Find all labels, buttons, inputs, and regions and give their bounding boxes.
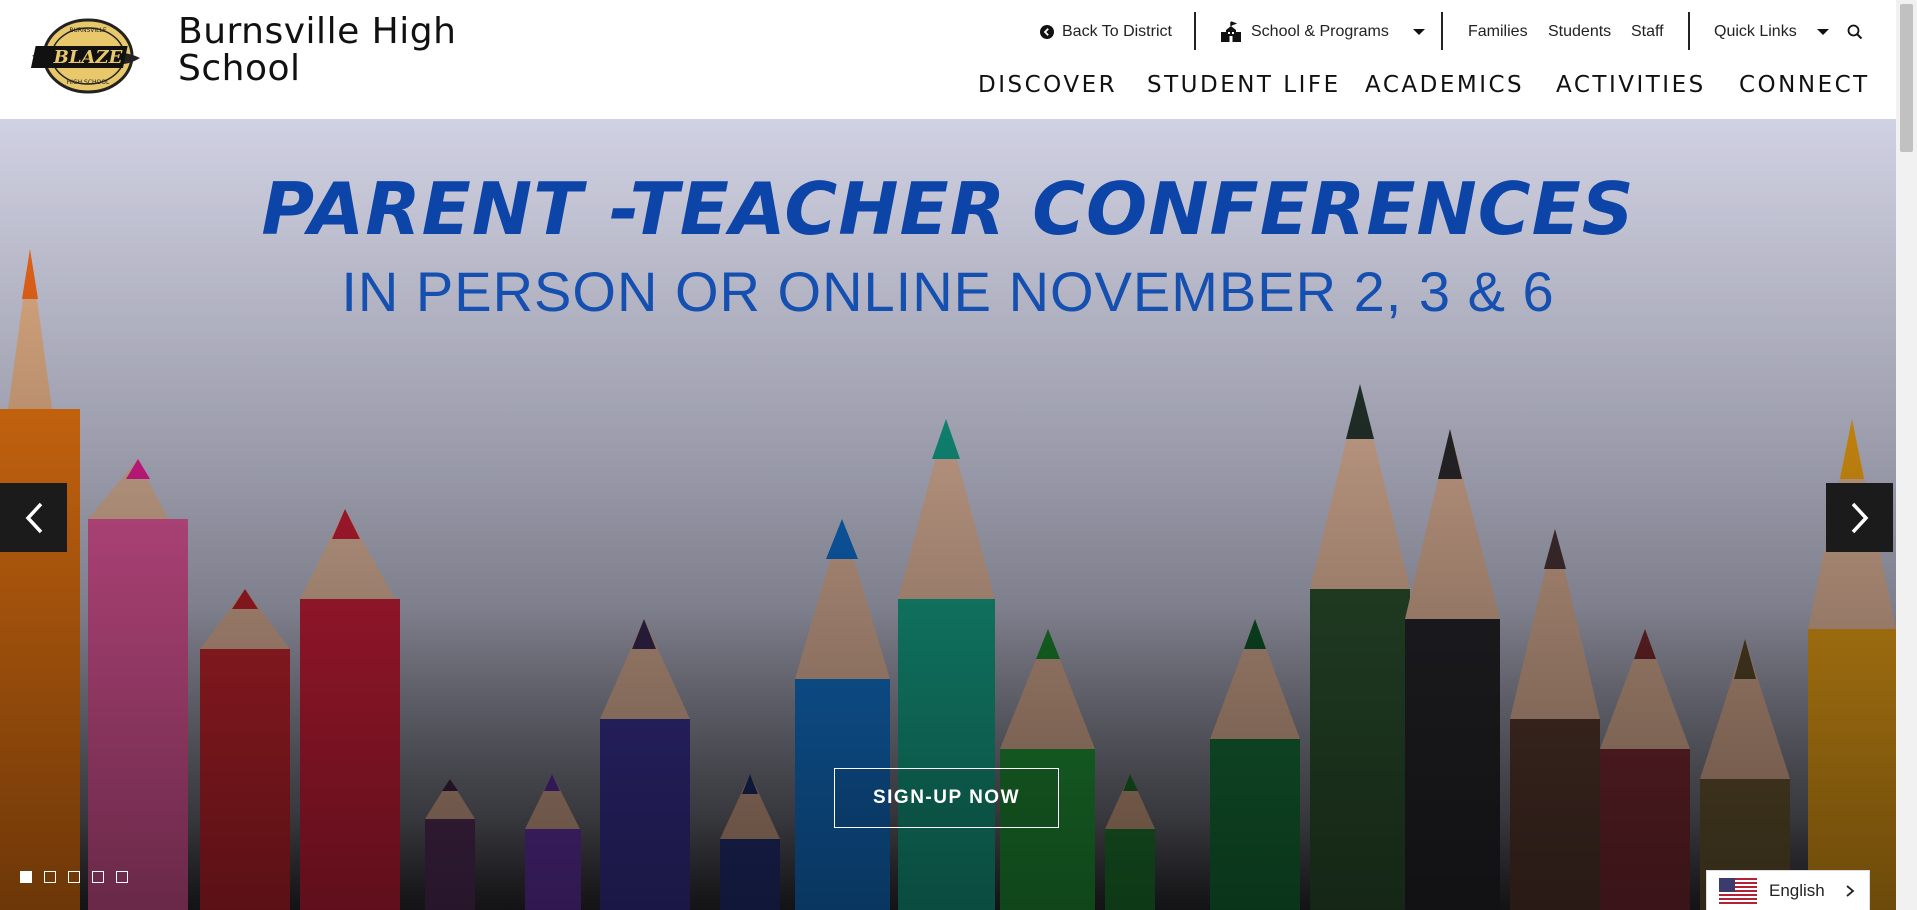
divider: [1441, 12, 1443, 50]
blaze-logo-icon: BLAZE BURNSVILLE HIGH SCHOOL: [30, 18, 140, 94]
hero-slideshow: PARENT -TEACHER CONFERENCES IN PERSON OR…: [0, 119, 1896, 910]
families-label: Families: [1468, 23, 1528, 40]
school-programs-dropdown[interactable]: School & Programs: [1219, 14, 1427, 50]
svg-text:BLAZE: BLAZE: [53, 47, 123, 68]
staff-label: Staff: [1631, 23, 1664, 40]
us-flag-icon: [1719, 877, 1757, 904]
language-label: English: [1769, 880, 1825, 900]
nav-academics[interactable]: ACADEMICS: [1365, 72, 1524, 104]
slide-pagination: [20, 871, 128, 883]
school-name-line2: School: [178, 48, 301, 89]
caret-down-icon: [1412, 29, 1425, 35]
caret-down-icon: [1816, 29, 1829, 35]
back-to-district-link[interactable]: Back To District: [1040, 14, 1172, 50]
students-label: Students: [1548, 23, 1612, 40]
students-link[interactable]: Students: [1548, 14, 1611, 50]
back-to-district-label: Back To District: [1062, 23, 1172, 40]
families-link[interactable]: Families: [1468, 14, 1528, 50]
nav-student-life[interactable]: STUDENT LIFE: [1147, 72, 1341, 104]
page-scrollbar[interactable]: [1896, 0, 1917, 910]
school-building-icon: [1221, 21, 1241, 42]
scrollbar-thumb[interactable]: [1900, 4, 1913, 152]
nav-discover[interactable]: DISCOVER: [978, 72, 1117, 104]
nav-activities[interactable]: ACTIVITIES: [1556, 72, 1706, 104]
chevron-right-icon: [1846, 884, 1855, 897]
divider: [1194, 12, 1196, 50]
site-header: BLAZE BURNSVILLE HIGH SCHOOL Burnsville …: [0, 0, 1896, 119]
slide-title: PARENT -TEACHER CONFERENCES: [261, 167, 1635, 251]
language-selector[interactable]: English: [1706, 870, 1870, 910]
slide-dot-3[interactable]: [68, 871, 80, 883]
divider: [1688, 12, 1690, 50]
slide-dot-5[interactable]: [116, 871, 128, 883]
sign-up-now-button[interactable]: SIGN-UP NOW: [834, 768, 1059, 828]
quick-links-dropdown[interactable]: Quick Links: [1714, 14, 1831, 50]
slide-dot-2[interactable]: [44, 871, 56, 883]
slide-dot-4[interactable]: [92, 871, 104, 883]
search-icon: [1847, 24, 1863, 40]
svg-text:BURNSVILLE: BURNSVILLE: [69, 27, 107, 34]
school-name-line1: Burnsville High: [178, 11, 457, 52]
next-slide-button[interactable]: [1826, 483, 1893, 552]
quick-links-label: Quick Links: [1714, 23, 1797, 40]
slide-subtitle: IN PERSON OR ONLINE NOVEMBER 2, 3 & 6: [341, 260, 1555, 323]
nav-connect[interactable]: CONNECT: [1739, 72, 1870, 104]
search-button[interactable]: [1847, 14, 1863, 50]
chevron-right-icon: [1851, 502, 1868, 533]
slide-dot-1[interactable]: [20, 871, 32, 883]
school-logo[interactable]: BLAZE BURNSVILLE HIGH SCHOOL: [28, 16, 144, 96]
school-programs-label: School & Programs: [1251, 23, 1389, 40]
back-circle-icon: [1040, 25, 1054, 39]
chevron-left-icon: [25, 502, 42, 533]
staff-link[interactable]: Staff: [1631, 14, 1664, 50]
previous-slide-button[interactable]: [0, 483, 67, 552]
svg-text:HIGH SCHOOL: HIGH SCHOOL: [67, 79, 110, 86]
school-name[interactable]: Burnsville High School: [178, 13, 456, 87]
